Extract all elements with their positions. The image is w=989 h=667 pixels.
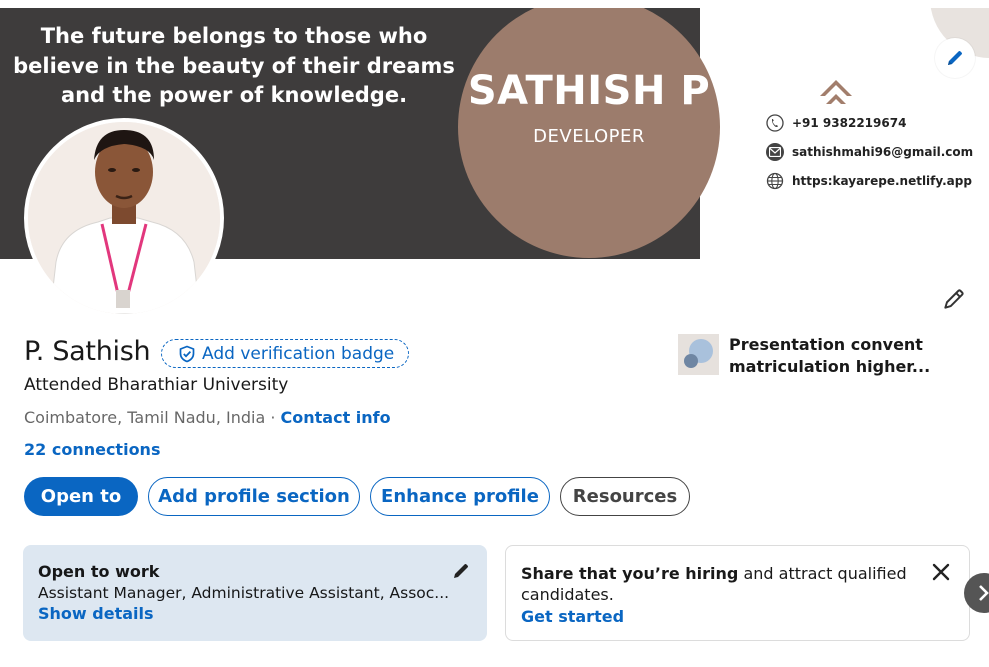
dismiss-hiring-button[interactable] (929, 560, 953, 584)
shield-check-icon (179, 345, 195, 362)
pencil-icon (454, 564, 468, 578)
banner-email-row: sathishmahi96@gmail.com (766, 143, 973, 161)
banner-role: DEVELOPER (533, 126, 645, 147)
resources-button[interactable]: Resources (560, 477, 690, 516)
banner-phone-row: +91 9382219674 (766, 114, 906, 132)
banner-phone: +91 9382219674 (792, 116, 907, 130)
close-icon (932, 563, 950, 581)
get-started-link[interactable]: Get started (521, 607, 954, 626)
verification-label: Add verification badge (202, 343, 395, 364)
edit-cover-button[interactable] (935, 38, 975, 78)
mail-icon (766, 143, 784, 161)
edit-intro-button[interactable] (938, 283, 970, 315)
connections-link[interactable]: 22 connections (24, 440, 160, 459)
education-entry[interactable]: Presentation convent matriculation highe… (678, 334, 959, 378)
show-details-link[interactable]: Show details (38, 604, 472, 623)
profile-photo[interactable] (24, 118, 224, 318)
profile-location-line: Coimbatore, Tamil Nadu, India · Contact … (24, 408, 391, 427)
profile-headline: Attended Bharathiar University (24, 375, 289, 395)
pencil-icon (944, 289, 964, 309)
globe-icon (766, 172, 784, 190)
open-to-work-roles: Assistant Manager, Administrative Assist… (38, 584, 450, 602)
banner-quote: The future belongs to those who believe … (13, 24, 455, 107)
chevron-right-icon (979, 585, 989, 601)
hiring-bold-text: Share that you’re hiring (521, 564, 739, 583)
open-to-work-card: Open to work Assistant Manager, Administ… (23, 545, 487, 641)
edit-open-to-work-button[interactable] (449, 559, 473, 583)
open-to-button[interactable]: Open to (24, 477, 138, 516)
location-separator: · (265, 408, 281, 427)
education-name: Presentation convent matriculation highe… (729, 335, 931, 376)
location-text: Coimbatore, Tamil Nadu, India (24, 408, 266, 427)
add-verification-badge-button[interactable]: Add verification badge (161, 339, 410, 368)
open-to-work-title: Open to work (38, 562, 160, 581)
profile-card: The future belongs to those who believe … (0, 0, 989, 667)
school-logo-icon (678, 334, 719, 375)
phone-icon (766, 114, 784, 132)
contact-info-link[interactable]: Contact info (281, 408, 391, 427)
banner-name: SATHISH P (467, 68, 711, 114)
add-profile-section-button[interactable]: Add profile section (148, 477, 360, 516)
enhance-profile-button[interactable]: Enhance profile (370, 477, 550, 516)
profile-name: P. Sathish (24, 336, 151, 367)
logo-chevron-icon (820, 80, 852, 104)
banner-website-row: https:kayarepe.netlify.app (766, 172, 972, 190)
pencil-icon (948, 51, 962, 65)
hiring-card: Share that you’re hiring and attract qua… (505, 545, 970, 641)
banner-website: https:kayarepe.netlify.app (792, 174, 972, 188)
banner-email: sathishmahi96@gmail.com (792, 145, 974, 159)
hiring-text: Share that you’re hiring and attract qua… (521, 563, 911, 605)
